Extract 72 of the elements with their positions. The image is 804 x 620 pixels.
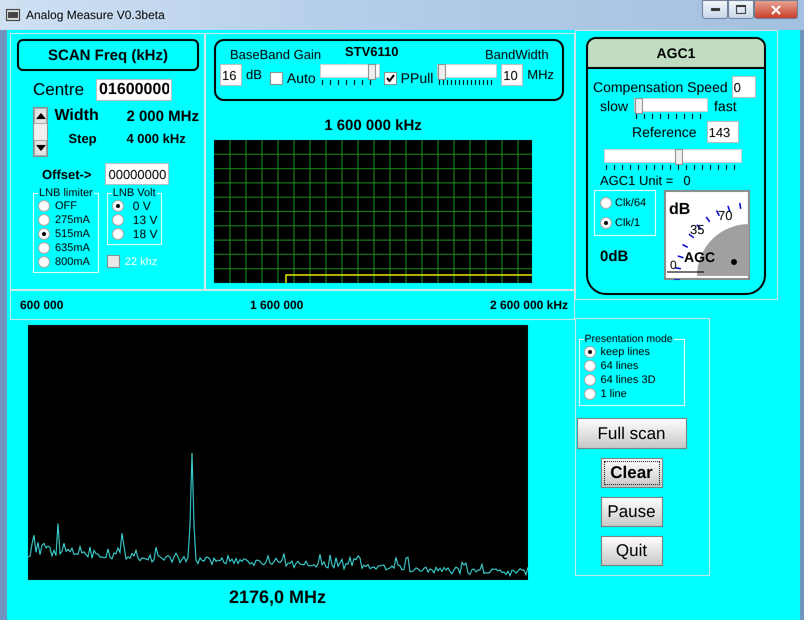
width-value: 2 000 MHz [126, 108, 199, 124]
step-value: 4 000 kHz [126, 131, 186, 146]
radio-option[interactable]: 64 lines 3D [584, 373, 680, 387]
gain-label: BaseBand Gain [229, 47, 322, 62]
maximize-button[interactable] [728, 0, 754, 19]
offset-label: Offset-> [42, 166, 92, 182]
gain-field[interactable]: 16 [220, 64, 242, 86]
slow-label: slow [600, 98, 628, 114]
gain-unit: dB [246, 67, 262, 82]
bandwidth-slider[interactable] [437, 64, 498, 85]
radio-option[interactable]: 18 V [112, 227, 158, 241]
radio-option[interactable]: 0 V [112, 199, 158, 213]
offset-field[interactable]: 00000000 [105, 163, 170, 185]
minimize-icon [710, 8, 720, 11]
minimize-button[interactable] [702, 0, 728, 19]
agc-unit-label: AGC1 Unit = [600, 173, 674, 188]
action-button[interactable]: Quit [600, 536, 662, 566]
radio-option[interactable]: keep lines [584, 345, 680, 359]
close-button[interactable] [754, 0, 798, 19]
axis-label: 600 000 [20, 298, 64, 312]
agc-title: AGC1 [588, 39, 764, 69]
maximize-icon [736, 5, 746, 14]
radio-option[interactable]: 275mA [38, 213, 94, 227]
centre-label: Centre [33, 80, 84, 100]
group-title: LNB limiter [38, 187, 94, 199]
bandwidth-field[interactable]: 10 [501, 64, 524, 86]
app-icon [6, 9, 20, 21]
radio-option[interactable]: OFF [38, 199, 94, 213]
checkmark-icon [386, 74, 395, 82]
reference-field[interactable]: 143 [706, 121, 739, 143]
width-spinner[interactable] [33, 107, 48, 157]
action-button[interactable]: Pause [600, 497, 662, 527]
group-title: Presentation mode [584, 333, 674, 345]
gain-readout: 0dB [600, 248, 630, 265]
meter-drawing: dB 70 35 0 AGC [664, 190, 750, 280]
window-title: Analog Measure V0.3beta [26, 8, 165, 22]
frequency-readout: 2176,0 MHz [228, 587, 326, 608]
radio-option[interactable]: 1 line [584, 387, 680, 401]
reference-label: Reference [632, 124, 697, 140]
radio-option[interactable]: Clk/1 [600, 216, 655, 230]
radio-option[interactable]: 13 V [112, 213, 158, 227]
radio-option[interactable]: 800mA [38, 255, 94, 269]
fast-label: fast [714, 98, 737, 114]
axis-label: 2 600 000 kHz [490, 298, 568, 312]
slider-thumb[interactable] [368, 64, 376, 80]
slider-thumb[interactable] [438, 64, 446, 80]
radio-option[interactable]: 515mA [38, 227, 94, 241]
bandwidth-unit: MHz [527, 67, 554, 82]
close-icon [771, 4, 781, 14]
gain-slider[interactable] [320, 64, 380, 85]
axis-label: 1 600 000 [250, 298, 304, 312]
action-button[interactable]: Full scan [576, 418, 686, 449]
radio-option[interactable]: Clk/64 [600, 196, 655, 210]
step-label: Step [68, 131, 98, 146]
centre-frequency-readout: 1 600 000 kHz [323, 117, 423, 136]
scan-title: SCAN Freq (kHz) [17, 39, 199, 71]
slider-thumb[interactable] [675, 149, 684, 165]
action-button[interactable]: Clear [600, 458, 662, 488]
radio-option[interactable]: 64 lines [584, 359, 680, 373]
bandwidth-label: BandWidth [485, 47, 549, 62]
reference-slider[interactable] [604, 149, 742, 170]
tuner-title: STV6110 [345, 44, 400, 59]
ppull-checkbox[interactable]: PPull [384, 70, 434, 86]
speed-field[interactable]: 0 [732, 76, 756, 98]
agc-unit-value: 0 [683, 173, 691, 188]
group-title: LNB Volt [112, 187, 157, 199]
speed-slider[interactable] [634, 98, 708, 119]
slider-thumb[interactable] [635, 98, 644, 114]
auto-checkbox[interactable]: Auto [270, 70, 316, 86]
radio-option[interactable]: 635mA [38, 241, 94, 255]
speed-label: Compensation Speed [593, 79, 728, 95]
width-label: Width [54, 107, 100, 125]
